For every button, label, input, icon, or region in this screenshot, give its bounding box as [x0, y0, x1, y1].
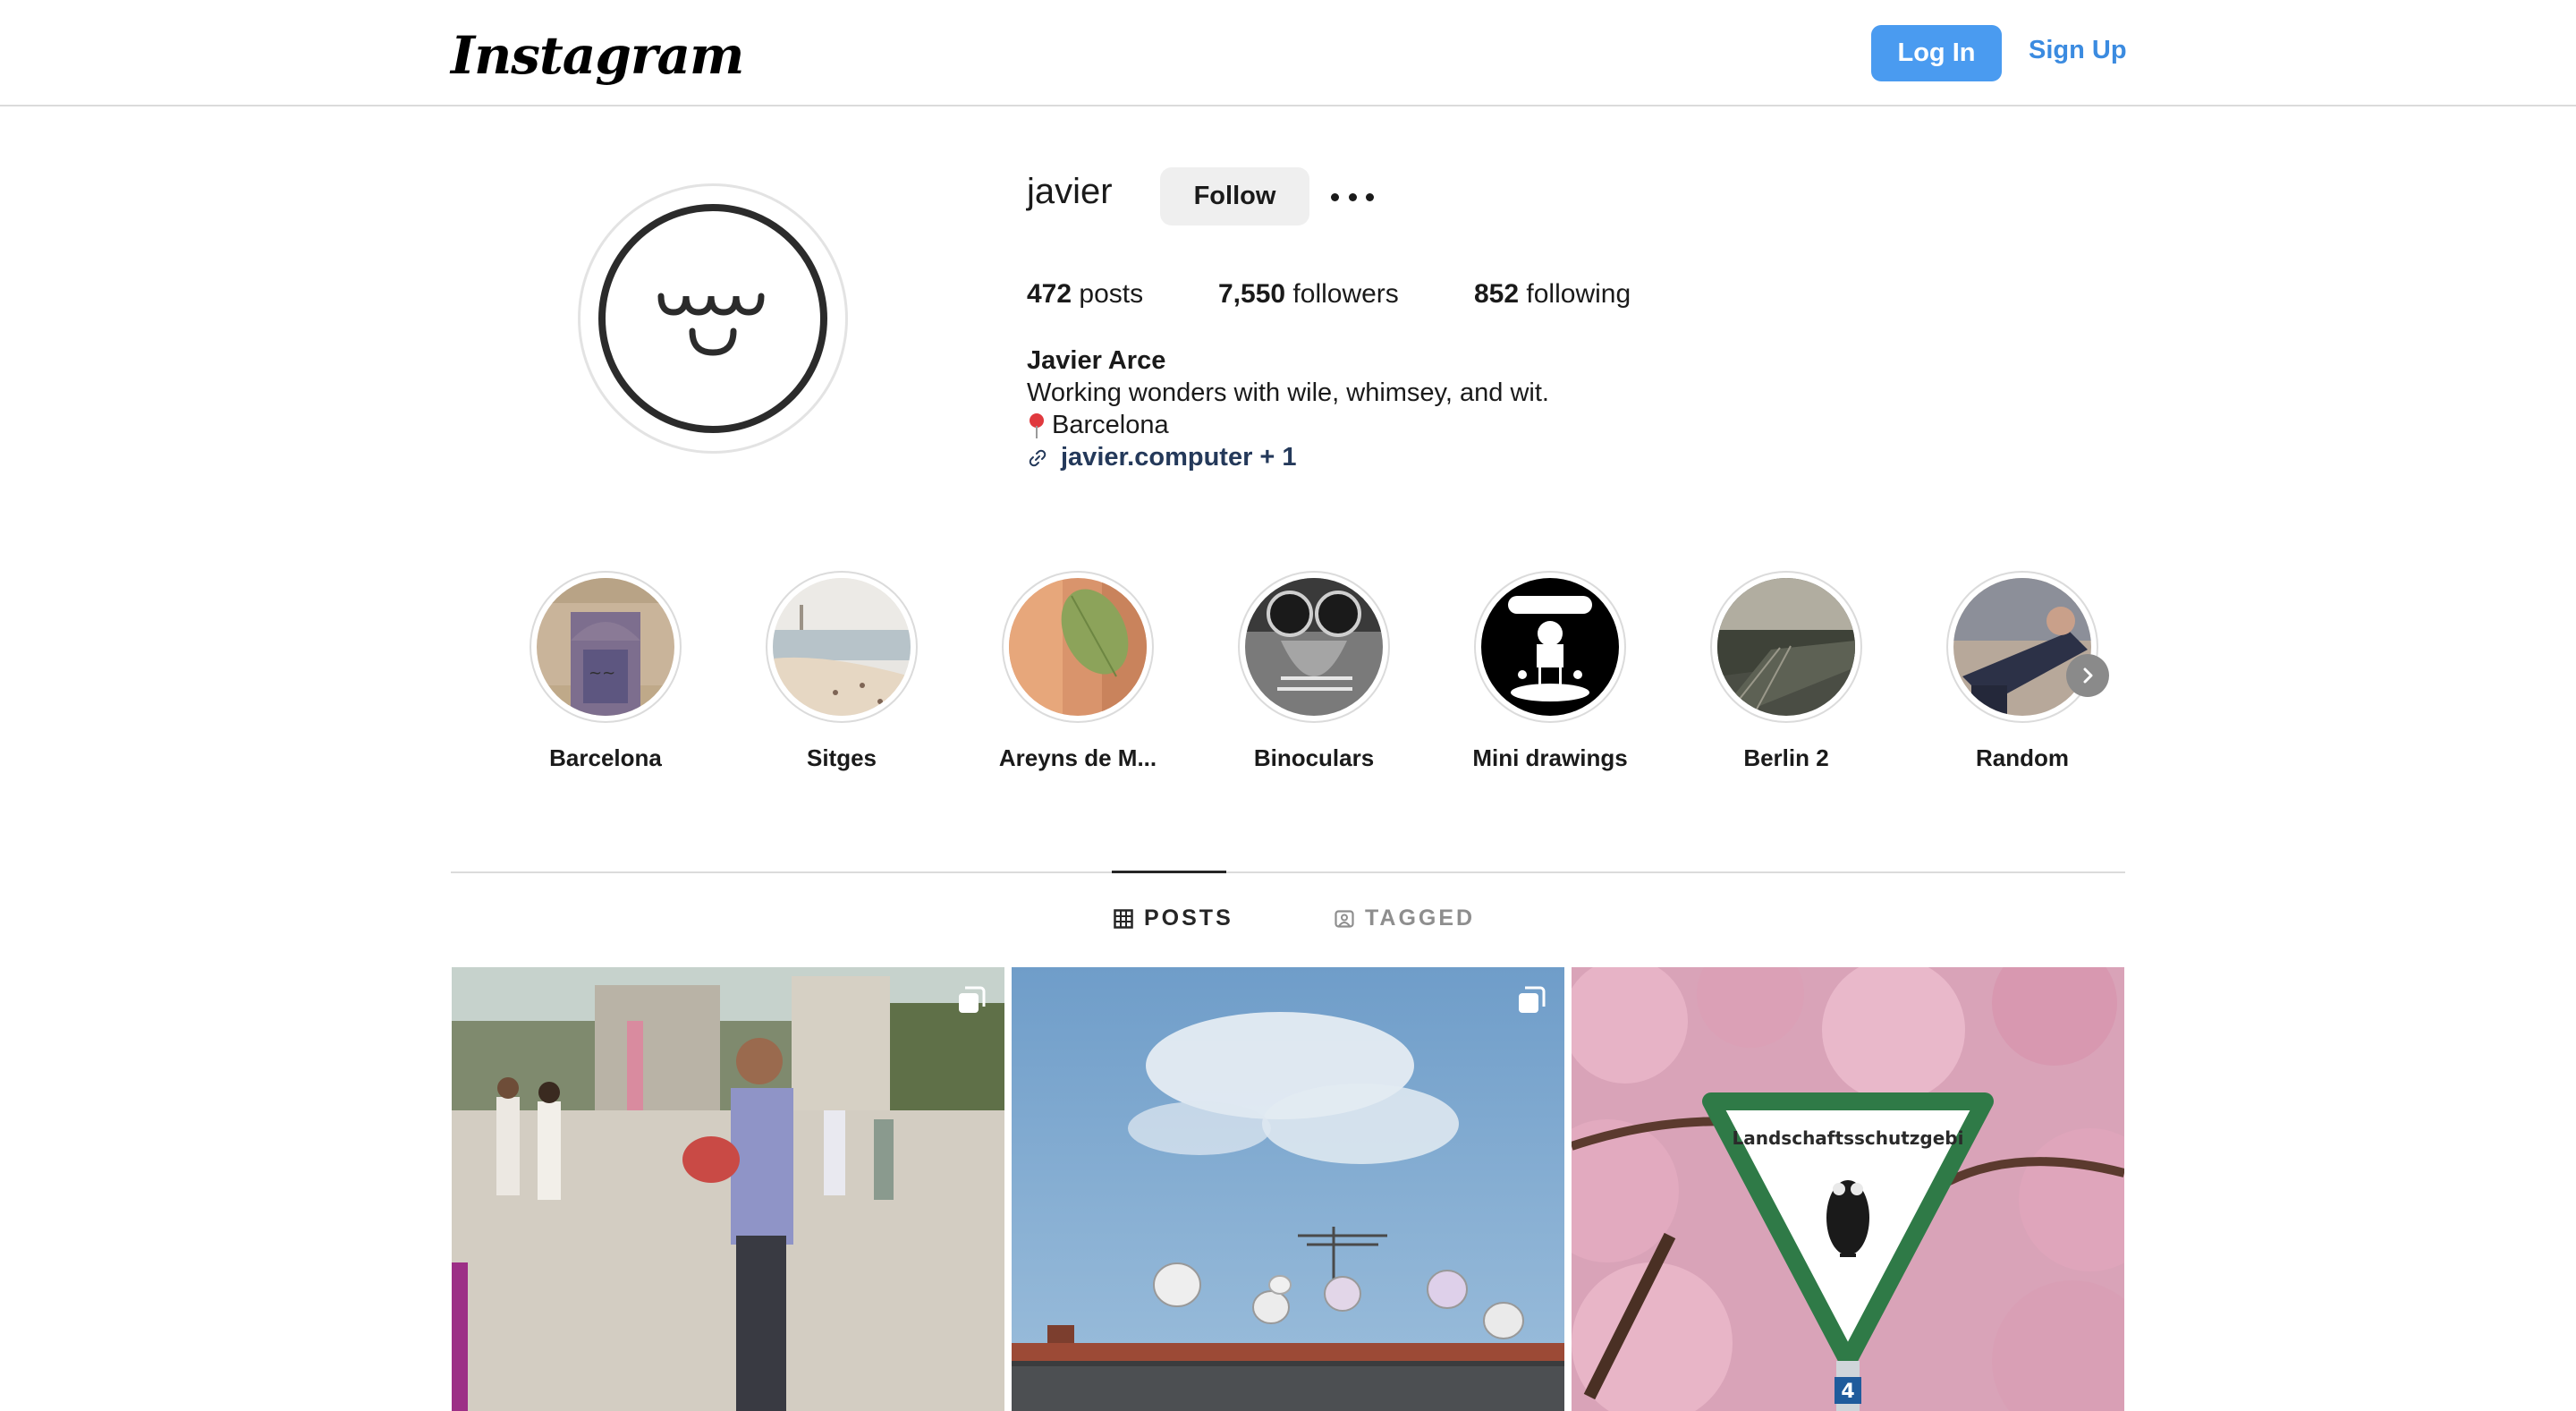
highlight-label: Mini drawings	[1472, 744, 1628, 771]
highlight-areyns[interactable]: Areyns de M...	[988, 571, 1167, 772]
followers-count[interactable]: 7,550 followers	[1218, 279, 1399, 310]
highlight-label: Sitges	[806, 744, 877, 771]
svg-text:4: 4	[1841, 1381, 1854, 1403]
more-options-icon[interactable]	[1331, 184, 1374, 209]
highlight-cover	[1953, 578, 2091, 716]
highlight-cover: ~~	[537, 578, 674, 716]
highlight-barcelona[interactable]: ~~ Barcelona	[516, 571, 695, 772]
highlight-label: Random	[1976, 744, 2069, 771]
highlight-berlin-2[interactable]: Berlin 2	[1697, 571, 1876, 772]
link-icon	[1029, 449, 1046, 466]
highlight-cover	[1481, 578, 1619, 716]
svg-text:Landschaftsschutzgebi: Landschaftsschutzgebi	[1733, 1127, 1964, 1149]
smiley-face-icon	[598, 204, 827, 433]
bio-location: Barcelona	[1027, 411, 1169, 440]
tab-posts[interactable]: POSTS	[1114, 905, 1233, 931]
post-tile[interactable]	[452, 967, 1004, 1411]
highlight-label: Barcelona	[549, 744, 662, 771]
following-count[interactable]: 852 following	[1474, 279, 1631, 310]
highlight-cover	[1245, 578, 1383, 716]
highlights-next-button[interactable]	[2066, 654, 2109, 697]
pin-icon	[1030, 412, 1044, 438]
active-tab-indicator	[1112, 871, 1226, 873]
instagram-logo[interactable]: Instagram	[451, 25, 744, 86]
post-image	[1012, 967, 1564, 1411]
highlight-mini-drawings[interactable]: Mini drawings	[1461, 571, 1640, 772]
post-tile[interactable]: 4 Landschaftsschutzgebi	[1572, 967, 2124, 1411]
top-nav: Instagram Log In Sign Up	[0, 0, 2576, 106]
highlight-binoculars[interactable]: Binoculars	[1224, 571, 1403, 772]
full-name: Javier Arce	[1027, 346, 1166, 375]
highlight-cover	[1717, 578, 1855, 716]
post-image	[452, 967, 1004, 1411]
post-image: 4 Landschaftsschutzgebi	[1572, 967, 2124, 1411]
multiple-photos-icon	[1519, 986, 1546, 1013]
tabs-divider	[451, 871, 2125, 873]
multiple-photos-icon	[959, 986, 986, 1013]
grid-icon	[1114, 908, 1133, 929]
svg-text:~~: ~~	[589, 664, 615, 683]
highlight-label: Areyns de M...	[998, 744, 1157, 771]
chevron-right-icon	[2083, 667, 2093, 684]
signup-link[interactable]: Sign Up	[2029, 36, 2127, 65]
posts-count: 472 posts	[1027, 279, 1144, 309]
post-tile[interactable]	[1012, 967, 1564, 1411]
tab-tagged[interactable]: TAGGED	[1335, 905, 1475, 931]
highlight-cover	[1009, 578, 1147, 716]
highlight-label: Berlin 2	[1743, 744, 1829, 771]
highlight-label: Binoculars	[1253, 744, 1375, 771]
login-button[interactable]: Log In	[1871, 25, 2002, 81]
profile-username: javier	[1027, 172, 1113, 211]
tagged-user-icon	[1335, 909, 1354, 928]
highlight-sitges[interactable]: Sitges	[752, 571, 931, 772]
highlight-cover	[773, 578, 911, 716]
avatar[interactable]	[578, 183, 848, 454]
bio-link[interactable]: javier.computer + 1	[1027, 443, 1297, 472]
bio-text: Working wonders with wile, whimsey, and …	[1027, 378, 1549, 407]
follow-button[interactable]: Follow	[1160, 167, 1309, 225]
